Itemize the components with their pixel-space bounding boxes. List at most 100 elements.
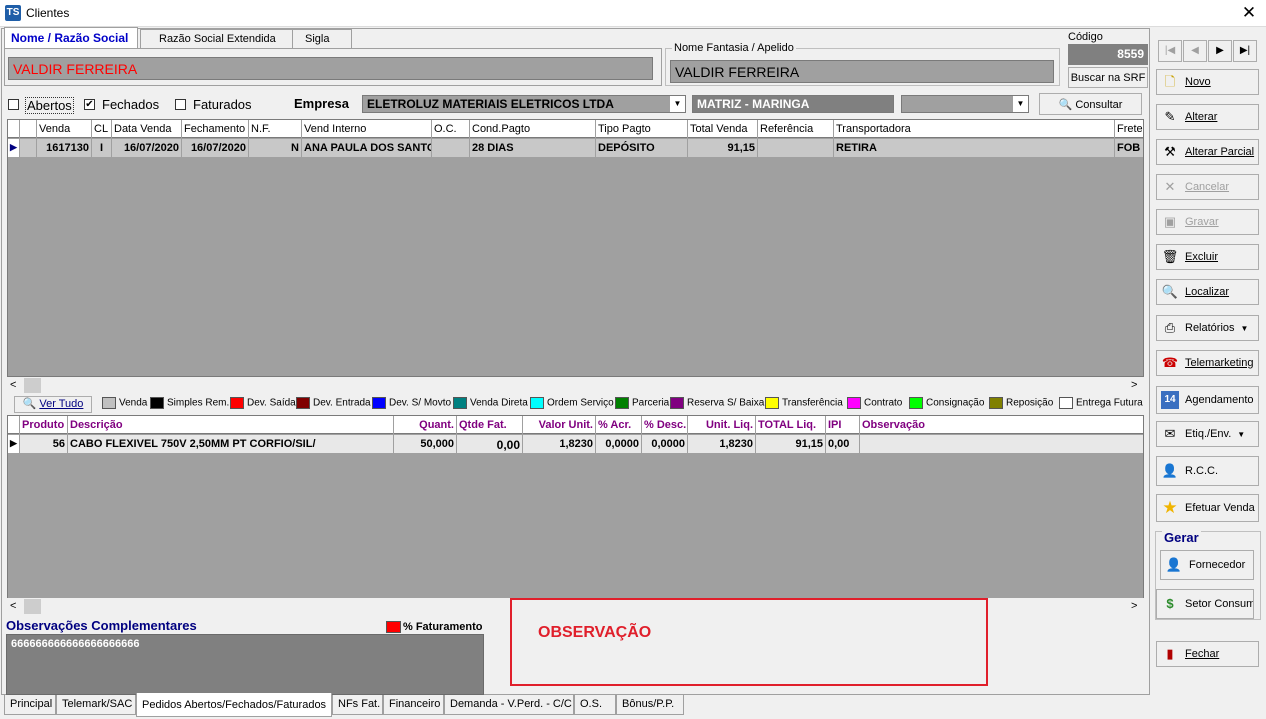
setor-consumidor-button[interactable]: $ Setor Consumid	[1156, 589, 1254, 619]
ver-tudo-button[interactable]: 🔍 Ver Tudo	[14, 396, 92, 413]
col-observacao[interactable]: Observação	[860, 416, 1143, 434]
cell-acr[interactable]: 0,0000	[596, 435, 642, 453]
buscar-srf-button[interactable]: Buscar na SRF	[1068, 67, 1148, 88]
telemarketing-button[interactable]: ☎ Telemarketing	[1156, 350, 1259, 376]
cell-cl[interactable]: I	[92, 139, 112, 157]
abertos-label[interactable]: Abertos	[25, 97, 74, 114]
col-desc[interactable]: % Desc.	[642, 416, 688, 434]
prev-record-icon[interactable]: ◀	[1183, 40, 1207, 62]
tab-razao-social-extendida[interactable]: Razão Social Extendida	[140, 29, 296, 48]
tab-sigla[interactable]: Sigla	[292, 29, 352, 48]
table-row[interactable]: ▶ 56 CABO FLEXIVEL 750V 2,50MM PT CORFIO…	[8, 435, 1143, 453]
efetuar-venda-button[interactable]: ★ Efetuar Venda	[1156, 494, 1259, 522]
cell-total-liq[interactable]: 91,15	[756, 435, 826, 453]
cell-qtde-fat[interactable]: 0,00	[457, 435, 523, 453]
col-cond-pagto[interactable]: Cond.Pagto	[470, 120, 596, 138]
scroll-left-icon[interactable]: <	[10, 379, 16, 391]
empresa-combo[interactable]: ELETROLUZ MATERIAIS ELETRICOS LTDA ▼	[362, 95, 686, 113]
cell-frete[interactable]: FOB	[1115, 139, 1143, 157]
col-fechamento[interactable]: Fechamento	[182, 120, 249, 138]
scroll-left-icon[interactable]: <	[10, 600, 16, 612]
relatorios-button[interactable]: ⎙ Relatórios ▼	[1156, 315, 1259, 341]
faturados-label[interactable]: Faturados	[193, 97, 252, 112]
fechados-checkbox[interactable]: ✔	[84, 99, 95, 110]
cell-nf[interactable]: N	[249, 139, 302, 157]
gravar-button[interactable]: ▣ Gravar	[1156, 209, 1259, 235]
cell-total-venda[interactable]: 91,15	[688, 139, 758, 157]
cell-descricao[interactable]: CABO FLEXIVEL 750V 2,50MM PT CORFIO/SIL/	[68, 435, 394, 453]
cell-vend-interno[interactable]: ANA PAULA DOS SANTOS	[302, 139, 432, 157]
cell-ipi[interactable]: 0,00	[826, 435, 860, 453]
items-grid[interactable]: Produto Descrição Quant. Qtde Fat. Valor…	[7, 415, 1144, 599]
col-total-venda[interactable]: Total Venda	[688, 120, 758, 138]
etiq-env-button[interactable]: ✉ Etiq./Env. ▼	[1156, 421, 1259, 447]
agendamento-button[interactable]: 14 Agendamento	[1156, 386, 1259, 414]
filial-combo[interactable]: ▼	[901, 95, 1029, 113]
tab-os[interactable]: O.S.	[574, 695, 616, 715]
col-transportadora[interactable]: Transportadora	[834, 120, 1115, 138]
nome-fantasia-field[interactable]: VALDIR FERREIRA	[670, 60, 1054, 83]
tab-pedidos[interactable]: Pedidos Abertos/Fechados/Faturados	[136, 693, 332, 717]
col-acr[interactable]: % Acr.	[596, 416, 642, 434]
first-record-icon[interactable]: |◀	[1158, 40, 1182, 62]
cell-data-venda[interactable]: 16/07/2020	[112, 139, 182, 157]
cell-venda[interactable]: 1617130	[37, 139, 92, 157]
col-cl[interactable]: CL	[92, 120, 112, 138]
abertos-checkbox[interactable]	[8, 99, 19, 110]
col-venda[interactable]: Venda	[37, 120, 92, 138]
fechar-button[interactable]: ▮ Fechar	[1156, 641, 1259, 667]
cell-fechamento[interactable]: 16/07/2020	[182, 139, 249, 157]
close-icon[interactable]: ✕	[1236, 2, 1262, 24]
faturados-checkbox[interactable]	[175, 99, 186, 110]
alterar-parcial-button[interactable]: ⚒ Alterar Parcial	[1156, 139, 1259, 165]
chevron-down-icon[interactable]: ▼	[669, 96, 685, 112]
orders-hscrollbar[interactable]: < >	[7, 377, 1144, 394]
tab-principal[interactable]: Principal	[4, 695, 56, 715]
cell-tipo-pagto[interactable]: DEPÓSITO	[596, 139, 688, 157]
scroll-right-icon[interactable]: >	[1131, 600, 1137, 612]
col-oc[interactable]: O.C.	[432, 120, 470, 138]
cell-cond-pagto[interactable]: 28 DIAS	[470, 139, 596, 157]
novo-button[interactable]: 🗋 Novo	[1156, 69, 1259, 95]
tab-financeiro[interactable]: Financeiro	[383, 695, 444, 715]
consultar-button[interactable]: 🔍 Consultar	[1039, 93, 1142, 115]
col-total-liq[interactable]: TOTAL Liq.	[756, 416, 826, 434]
localizar-button[interactable]: 🔍 Localizar	[1156, 279, 1259, 305]
cell-produto[interactable]: 56	[20, 435, 68, 453]
scroll-right-icon[interactable]: >	[1131, 379, 1137, 391]
col-frete[interactable]: Frete	[1115, 120, 1143, 138]
rcc-button[interactable]: 👤 R.C.C.	[1156, 456, 1259, 486]
tab-nfs-fat[interactable]: NFs Fat.	[332, 695, 383, 715]
last-record-icon[interactable]: ▶|	[1233, 40, 1257, 62]
chevron-down-icon[interactable]: ▼	[1012, 96, 1028, 112]
col-qtde-fat[interactable]: Qtde Fat.	[457, 416, 523, 434]
tab-bonus[interactable]: Bônus/P.P.	[616, 695, 684, 715]
cell-quant[interactable]: 50,000	[394, 435, 457, 453]
col-valor-unit[interactable]: Valor Unit.	[523, 416, 596, 434]
cell-unit-liq[interactable]: 1,8230	[688, 435, 756, 453]
tab-demanda[interactable]: Demanda - V.Perd. - C/C	[444, 695, 574, 715]
cell-desc[interactable]: 0,0000	[642, 435, 688, 453]
col-quant[interactable]: Quant.	[394, 416, 457, 434]
col-unit-liq[interactable]: Unit. Liq.	[688, 416, 756, 434]
col-tipo-pagto[interactable]: Tipo Pagto	[596, 120, 688, 138]
col-vend-interno[interactable]: Vend Interno	[302, 120, 432, 138]
orders-grid[interactable]: Venda CL Data Venda Fechamento N.F. Vend…	[7, 119, 1144, 377]
scroll-thumb[interactable]	[24, 378, 41, 393]
col-produto[interactable]: Produto	[20, 416, 68, 434]
razao-social-field[interactable]: VALDIR FERREIRA	[8, 57, 653, 80]
col-referencia[interactable]: Referência	[758, 120, 834, 138]
tab-telemark-sac[interactable]: Telemark/SAC	[56, 695, 136, 715]
cell-observacao[interactable]	[860, 435, 1143, 453]
table-row[interactable]: ▶ 1617130 I 16/07/2020 16/07/2020 N ANA …	[8, 139, 1143, 157]
cell-oc[interactable]	[432, 139, 470, 157]
next-record-icon[interactable]: ▶	[1208, 40, 1232, 62]
cancelar-button[interactable]: ✕ Cancelar	[1156, 174, 1259, 200]
col-ipi[interactable]: IPI	[826, 416, 860, 434]
col-nf[interactable]: N.F.	[249, 120, 302, 138]
fornecedor-button[interactable]: 👤 Fornecedor	[1160, 550, 1254, 580]
alterar-button[interactable]: ✎ Alterar	[1156, 104, 1259, 130]
cell-referencia[interactable]	[758, 139, 834, 157]
col-data-venda[interactable]: Data Venda	[112, 120, 182, 138]
cell-valor-unit[interactable]: 1,8230	[523, 435, 596, 453]
